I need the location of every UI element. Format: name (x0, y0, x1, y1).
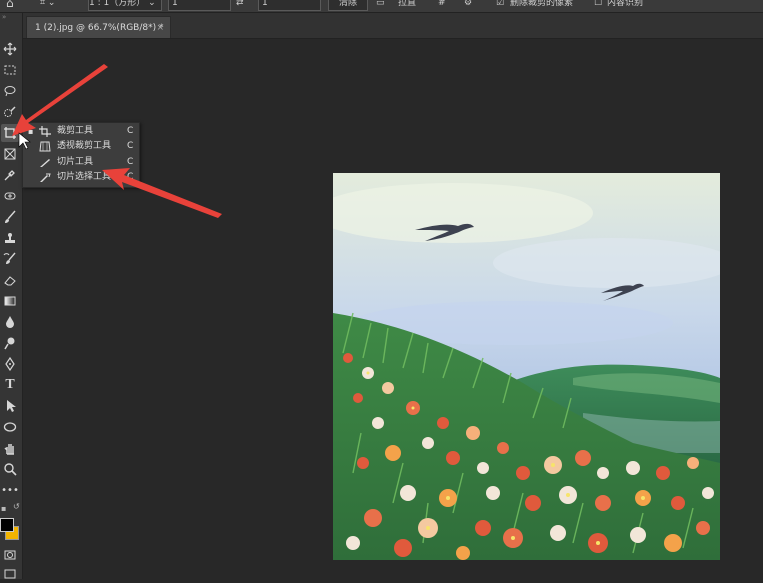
tools-panel: » T ••• ▪ ↺ (0, 13, 23, 579)
document-tab-bar: 1 (2).jpg @ 66.7%(RGB/8*) * × (22, 13, 763, 39)
document-canvas[interactable] (333, 173, 720, 560)
eraser-tool-icon[interactable] (1, 271, 19, 289)
pen-tool-icon[interactable] (1, 355, 19, 373)
content-aware-label: 内容识别 (607, 0, 644, 8)
document-tab-title: 1 (2).jpg @ 66.7%(RGB/8*) * (35, 23, 164, 33)
home-icon[interactable]: ⌂ (6, 0, 14, 10)
straighten-label[interactable]: 拉直 (398, 0, 416, 10)
crop-preset-icon[interactable]: ⌗ ⌄ (40, 0, 55, 10)
flyout-item-label: 裁剪工具 (57, 126, 94, 136)
blur-tool-icon[interactable] (1, 313, 19, 331)
screen-mode-icon[interactable] (1, 565, 19, 583)
marquee-tool-icon[interactable] (1, 61, 19, 79)
delete-cropped-checkbox[interactable]: ☑ (496, 0, 504, 10)
flyout-item-label: 切片工具 (57, 157, 94, 167)
panel-collapse-icon[interactable]: » (2, 13, 6, 21)
flyout-item-label: 切片选择工具 (57, 172, 112, 182)
crop-icon (39, 126, 51, 137)
flyout-item-shortcut: C (127, 157, 134, 167)
ratio-dropdown[interactable]: 1 : 1（方形） ⌄ (88, 0, 162, 11)
crop-tool-flyout: ▪ 裁剪工具 C 透视裁剪工具 C 切片工具 C 切片选择工具 C (22, 122, 140, 188)
slice-select-icon (40, 173, 51, 182)
swap-colors-icon[interactable]: ↺ (13, 502, 20, 511)
grid-overlay-icon[interactable]: # (438, 0, 446, 10)
type-tool-icon[interactable]: T (1, 376, 19, 394)
straighten-icon[interactable]: ▭ (376, 0, 385, 10)
frame-tool-icon[interactable] (1, 145, 19, 163)
delete-cropped-label: 删除裁剪的像素 (510, 0, 574, 8)
clone-stamp-tool-icon[interactable] (1, 229, 19, 247)
quick-mask-icon[interactable] (1, 546, 19, 564)
dodge-tool-icon[interactable] (1, 334, 19, 352)
zoom-tool-icon[interactable] (1, 460, 19, 478)
swap-icon[interactable]: ⇄ (236, 0, 244, 10)
gradient-tool-icon[interactable] (1, 292, 19, 310)
document-tab[interactable]: 1 (2).jpg @ 66.7%(RGB/8*) * × (26, 16, 171, 38)
landscape-painting (333, 173, 720, 560)
flyout-item-perspective-crop[interactable]: 透视裁剪工具 C (23, 139, 139, 154)
flyout-item-slice-select[interactable]: 切片选择工具 C (23, 170, 139, 185)
close-tab-icon[interactable]: × (156, 17, 164, 39)
flyout-item-crop[interactable]: ▪ 裁剪工具 C (23, 124, 139, 139)
height-field[interactable]: 1 (258, 0, 321, 11)
flyout-item-label: 透视裁剪工具 (57, 141, 112, 151)
healing-brush-tool-icon[interactable] (1, 187, 19, 205)
lasso-tool-icon[interactable] (1, 82, 19, 100)
history-brush-tool-icon[interactable] (1, 250, 19, 268)
gear-icon[interactable]: ⚙ (464, 0, 472, 10)
default-colors-icon[interactable]: ▪ (1, 504, 6, 513)
more-tools-icon[interactable]: ••• (1, 481, 19, 499)
flyout-item-shortcut: C (127, 172, 134, 182)
brush-tool-icon[interactable] (1, 208, 19, 226)
eyedropper-tool-icon[interactable] (1, 166, 19, 184)
ratio-value: 1 : 1（方形） (89, 0, 146, 8)
crop-tool-icon[interactable] (1, 124, 19, 142)
perspective-crop-icon (39, 141, 51, 152)
flyout-item-slice[interactable]: 切片工具 C (23, 155, 139, 170)
options-bar: ⌂ ⌗ ⌄ 1 : 1（方形） ⌄ 1 ⇄ 1 清除 ▭ 拉直 # ⚙ ☑ 删除… (0, 0, 763, 13)
flyout-item-shortcut: C (127, 141, 134, 151)
slice-icon (40, 159, 50, 167)
move-tool-icon[interactable] (1, 40, 19, 58)
hand-tool-icon[interactable] (1, 439, 19, 457)
ellipse-tool-icon[interactable] (1, 418, 19, 436)
clear-button[interactable]: 清除 (328, 0, 368, 11)
content-aware-checkbox[interactable]: ☐ (594, 0, 602, 10)
width-field[interactable]: 1 (168, 0, 231, 11)
foreground-color-swatch[interactable] (0, 518, 14, 532)
active-bullet-icon: ▪ (28, 127, 34, 136)
flyout-item-shortcut: C (127, 126, 134, 136)
path-selection-tool-icon[interactable] (1, 397, 19, 415)
quick-selection-tool-icon[interactable] (1, 103, 19, 121)
